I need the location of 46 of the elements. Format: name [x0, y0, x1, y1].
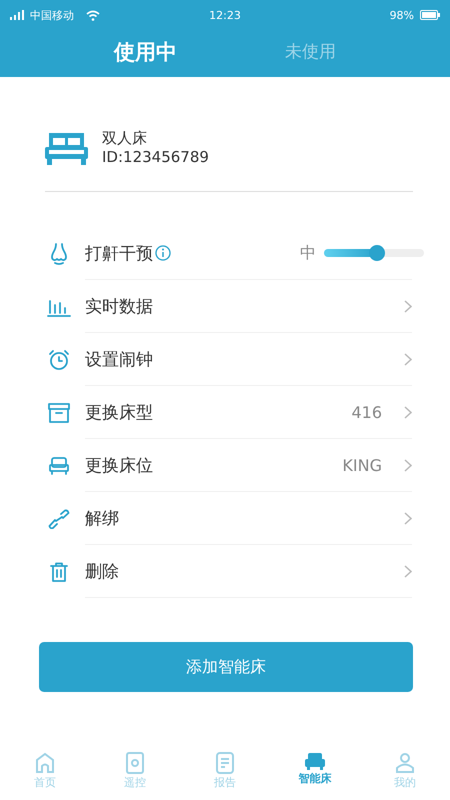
setting-value: KING [342, 456, 382, 474]
add-smart-bed-button[interactable]: 添加智能床 [39, 642, 413, 692]
carrier-name: 中国移动 [30, 8, 74, 22]
clock-time: 12:23 [209, 8, 241, 22]
setting-label: 实时数据 [85, 296, 153, 318]
nav-tab[interactable]: 遥控 [90, 752, 180, 794]
setting-label: 设置闹钟 [85, 348, 153, 370]
nav-tab[interactable]: 智能床 [270, 752, 360, 794]
tab[interactable]: 未使用 [285, 40, 336, 63]
battery-icon [420, 10, 440, 20]
setting-label: 更换床位 [85, 454, 153, 476]
alarm-clock-icon [48, 348, 70, 370]
box-icon [48, 402, 70, 422]
bed-icon [49, 456, 69, 474]
battery-percent: 98% [390, 8, 414, 22]
trash-icon [50, 562, 68, 582]
setting-value: 中 [300, 242, 316, 264]
nav-tab[interactable]: 我的 [360, 752, 450, 794]
setting-label: 解绑 [85, 508, 119, 530]
remote-icon [126, 752, 144, 774]
home-icon [35, 752, 55, 774]
device-name: 双人床 [102, 129, 148, 148]
chevron-icon[interactable] [404, 512, 412, 524]
setting-label: 打鼾干预 [85, 242, 153, 264]
info-icon[interactable] [155, 245, 171, 261]
wifi-icon [86, 10, 100, 20]
chevron-icon[interactable] [404, 458, 412, 472]
link-icon [48, 508, 70, 528]
setting-label: 更换床型 [85, 402, 153, 424]
nav-tab[interactable]: 报告 [180, 752, 270, 794]
person-icon [395, 752, 415, 774]
chevron-icon[interactable] [404, 564, 412, 578]
chevron-icon[interactable] [404, 406, 412, 418]
chevron-icon[interactable] [404, 300, 412, 312]
setting-label: 删除 [85, 560, 119, 582]
nose-icon [49, 242, 69, 264]
tab[interactable]: 使用中 [114, 38, 177, 66]
nav-tab[interactable]: 首页 [0, 752, 90, 794]
device-id: ID:123456789 [102, 148, 209, 167]
document-icon [216, 752, 234, 774]
signal-icon [10, 10, 24, 20]
setting-value: 416 [351, 402, 382, 422]
bed-icon [45, 130, 88, 166]
slider-thumb[interactable] [369, 245, 385, 261]
sofa-icon [304, 752, 326, 770]
chevron-icon[interactable] [404, 352, 412, 366]
